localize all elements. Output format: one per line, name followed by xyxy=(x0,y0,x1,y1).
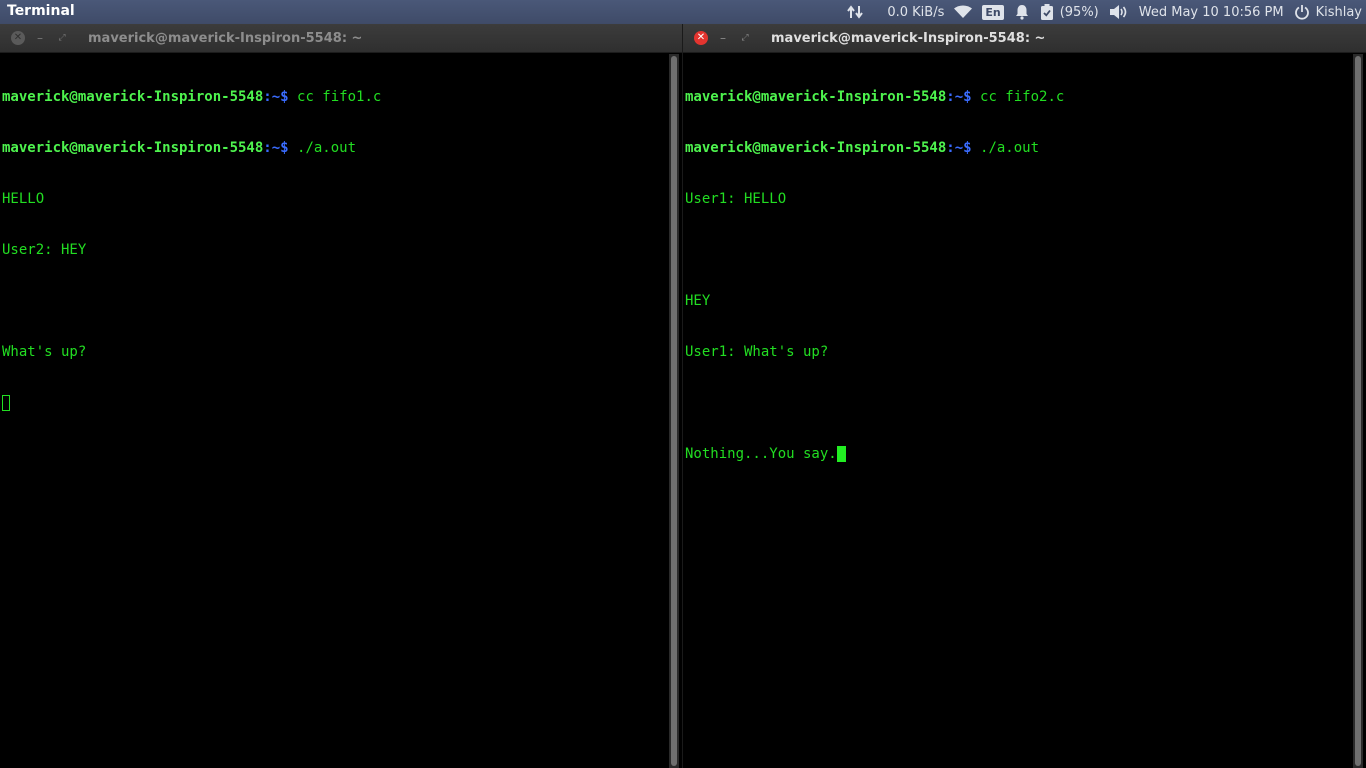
indicator-area: 0.0 KiB/s En (95%) Wed May 10 10:56 PM K… xyxy=(837,0,1362,24)
scrollbar[interactable] xyxy=(669,54,679,768)
datetime-label[interactable]: Wed May 10 10:56 PM xyxy=(1139,5,1284,20)
terminal-line: User1: HELLO xyxy=(685,191,787,207)
minimize-button[interactable]: – xyxy=(33,31,47,45)
scrollbar-thumb[interactable] xyxy=(1355,56,1361,766)
terminal-line: What's up? xyxy=(2,344,87,360)
text-cursor xyxy=(836,446,846,462)
battery-icon[interactable] xyxy=(1040,3,1054,21)
close-button[interactable]: ✕ xyxy=(694,31,708,45)
window-title: maverick@maverick-Inspiron-5548: ~ xyxy=(771,31,1046,46)
terminal-line: maverick@maverick-Inspiron-5548:~$ ./a.o… xyxy=(2,140,668,157)
terminal-line: HEY xyxy=(685,293,711,309)
terminal-output[interactable]: maverick@maverick-Inspiron-5548:~$ cc fi… xyxy=(2,55,668,768)
terminal-line: Nothing...You say. xyxy=(685,446,1352,463)
keyboard-language-icon[interactable]: En xyxy=(982,4,1004,20)
prompt-user: maverick@maverick-Inspiron-5548 xyxy=(2,89,264,105)
language-label: En xyxy=(982,4,1004,20)
prompt-path: :~$ xyxy=(946,89,972,105)
input-text: Nothing...You say. xyxy=(685,446,837,462)
user-name-label[interactable]: Kishlay xyxy=(1316,5,1362,20)
terminal-line: HELLO xyxy=(2,191,45,207)
terminal-line: User2: HEY xyxy=(2,242,87,258)
close-button[interactable]: ✕ xyxy=(11,31,25,45)
terminal-line: maverick@maverick-Inspiron-5548:~$ ./a.o… xyxy=(685,140,1352,157)
volume-icon[interactable] xyxy=(1109,5,1129,19)
text-cursor xyxy=(2,395,10,411)
maximize-button[interactable]: ⤢ xyxy=(738,31,752,45)
terminal-line: maverick@maverick-Inspiron-5548:~$ cc fi… xyxy=(2,89,668,106)
terminal-output[interactable]: maverick@maverick-Inspiron-5548:~$ cc fi… xyxy=(685,55,1352,768)
minimize-button[interactable]: – xyxy=(716,31,730,45)
terminal-window-right[interactable]: ✕ – ⤢ maverick@maverick-Inspiron-5548: ~… xyxy=(683,24,1366,768)
prompt-path: :~$ xyxy=(263,140,289,156)
window-title: maverick@maverick-Inspiron-5548: ~ xyxy=(88,31,363,46)
command-text: ./a.out xyxy=(288,140,357,156)
maximize-button[interactable]: ⤢ xyxy=(55,31,69,45)
terminal-line: User1: What's up? xyxy=(685,344,829,360)
scrollbar[interactable] xyxy=(1353,54,1363,768)
prompt-user: maverick@maverick-Inspiron-5548 xyxy=(685,140,947,156)
terminal-line: maverick@maverick-Inspiron-5548:~$ cc fi… xyxy=(685,89,1352,106)
prompt-user: maverick@maverick-Inspiron-5548 xyxy=(685,89,947,105)
notification-bell-icon[interactable] xyxy=(1014,4,1030,20)
terminal-line xyxy=(2,395,668,412)
app-menu-title[interactable]: Terminal xyxy=(7,3,75,19)
command-text: ./a.out xyxy=(971,140,1040,156)
top-panel: Terminal 0.0 KiB/s En (95%) Wed May 10 1… xyxy=(0,0,1366,24)
command-text: cc fifo2.c xyxy=(971,89,1065,105)
prompt-user: maverick@maverick-Inspiron-5548 xyxy=(2,140,264,156)
session-power-icon[interactable] xyxy=(1294,4,1310,20)
window-titlebar[interactable]: ✕ – ⤢ maverick@maverick-Inspiron-5548: ~ xyxy=(683,24,1366,53)
battery-percentage[interactable]: (95%) xyxy=(1060,5,1099,20)
terminal-window-left[interactable]: ✕ – ⤢ maverick@maverick-Inspiron-5548: ~… xyxy=(0,24,682,768)
window-titlebar[interactable]: ✕ – ⤢ maverick@maverick-Inspiron-5548: ~ xyxy=(0,24,682,53)
command-text: cc fifo1.c xyxy=(288,89,382,105)
network-speed-label[interactable]: 0.0 KiB/s xyxy=(887,5,944,20)
network-transfer-icon[interactable] xyxy=(847,4,865,20)
scrollbar-thumb[interactable] xyxy=(671,56,677,766)
prompt-path: :~$ xyxy=(946,140,972,156)
prompt-path: :~$ xyxy=(263,89,289,105)
wifi-icon[interactable] xyxy=(954,5,973,19)
